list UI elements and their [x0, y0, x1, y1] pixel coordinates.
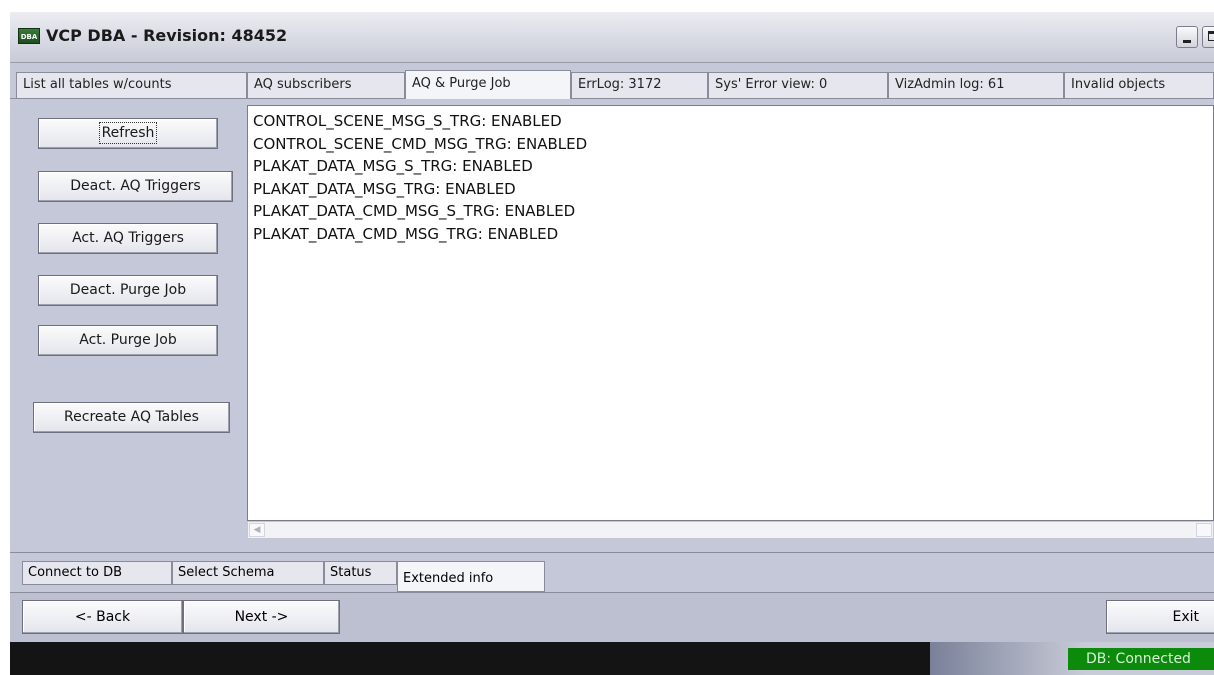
tab-select-schema[interactable]: Select Schema: [172, 561, 324, 585]
horizontal-scrollbar[interactable]: ◀: [247, 521, 1214, 539]
act-aq-triggers-button[interactable]: Act. AQ Triggers: [38, 223, 218, 254]
act-purge-job-button[interactable]: Act. Purge Job: [38, 325, 218, 356]
maximize-icon[interactable]: [1202, 26, 1214, 48]
back-button[interactable]: <- Back: [22, 600, 183, 634]
output-line: PLAKAT_DATA_CMD_MSG_S_TRG: ENABLED: [253, 202, 576, 220]
app-icon: DBA: [18, 28, 40, 44]
status-gradient: [930, 642, 1085, 675]
tab-errlog[interactable]: ErrLog: 3172: [571, 72, 708, 98]
deact-aq-triggers-button[interactable]: Deact. AQ Triggers: [38, 171, 233, 202]
deact-purge-job-button[interactable]: Deact. Purge Job: [38, 275, 218, 306]
output-textarea[interactable]: CONTROL_SCENE_MSG_S_TRG: ENABLED CONTROL…: [247, 105, 1214, 521]
output-line: CONTROL_SCENE_MSG_S_TRG: ENABLED: [253, 112, 562, 130]
tab-aq-purge-job[interactable]: AQ & Purge Job: [405, 70, 571, 99]
output-line: PLAKAT_DATA_MSG_TRG: ENABLED: [253, 179, 516, 198]
refresh-button-label: Refresh: [98, 122, 158, 144]
scroll-left-icon[interactable]: ◀: [249, 523, 265, 537]
refresh-button[interactable]: Refresh: [38, 118, 218, 149]
top-tab-strip: List all tables w/counts AQ subscribers …: [10, 70, 1214, 99]
tab-vizadmin-log[interactable]: VizAdmin log: 61: [888, 72, 1064, 98]
tab-connect-to-db[interactable]: Connect to DB: [22, 561, 172, 585]
output-line: PLAKAT_DATA_MSG_S_TRG: ENABLED: [253, 157, 533, 175]
output-line: PLAKAT_DATA_CMD_MSG_TRG: ENABLED: [253, 224, 559, 243]
title-bar[interactable]: DBA VCP DBA - Revision: 48452: [10, 12, 1214, 63]
app-window: DBA VCP DBA - Revision: 48452 List all t…: [10, 12, 1214, 675]
output-line: CONTROL_SCENE_CMD_MSG_TRG: ENABLED: [253, 134, 588, 153]
scroll-right-icon[interactable]: [1196, 523, 1212, 537]
bottom-tab-strip: Connect to DB Select Schema Status Exten…: [10, 552, 1214, 593]
tab-extended-info[interactable]: Extended info: [397, 561, 545, 592]
window-title: VCP DBA - Revision: 48452: [46, 26, 288, 45]
tab-invalid-objects[interactable]: Invalid objects: [1064, 72, 1214, 98]
navigation-bar: <- Back Next -> Exit: [10, 592, 1214, 643]
next-button[interactable]: Next ->: [183, 600, 340, 634]
tab-list-all-tables[interactable]: List all tables w/counts: [16, 72, 247, 98]
minimize-icon[interactable]: [1176, 26, 1198, 48]
db-status-badge: DB: Connected: [1068, 648, 1214, 670]
tab-status[interactable]: Status: [324, 561, 397, 585]
tab-sys-error-view[interactable]: Sys' Error view: 0: [708, 72, 888, 98]
status-bar: DB: Connected: [10, 642, 1214, 675]
recreate-aq-tables-button[interactable]: Recreate AQ Tables: [33, 402, 230, 433]
exit-button[interactable]: Exit: [1106, 600, 1214, 634]
tab-aq-subscribers[interactable]: AQ subscribers: [247, 72, 405, 98]
